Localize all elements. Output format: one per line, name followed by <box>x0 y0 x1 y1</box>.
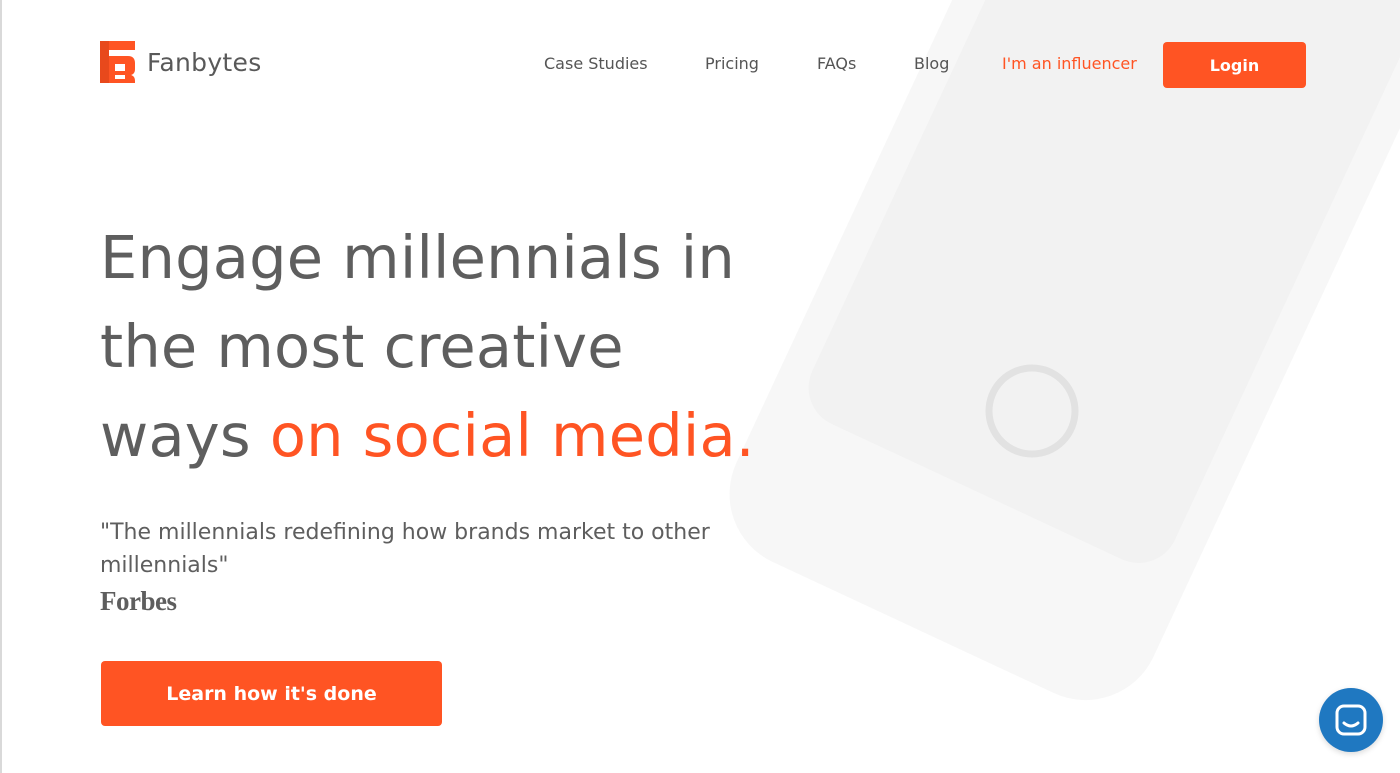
press-quote: "The millennials redefining how brands m… <box>100 520 710 578</box>
hero-title-line-3: ways on social media. <box>100 391 820 480</box>
brand-name: Fanbytes <box>147 47 262 77</box>
hero-title-line-3-prefix: ways <box>100 401 270 470</box>
hero-title-line-2: the most creative <box>100 312 624 381</box>
nav-case-studies[interactable]: Case Studies <box>544 53 648 75</box>
chat-launcher-button[interactable] <box>1319 688 1383 752</box>
chat-bubble-icon <box>1335 704 1367 736</box>
phone-home-button <box>985 364 1079 458</box>
learn-how-button[interactable]: Learn how it's done <box>101 661 442 726</box>
hero-title: Engage millennials in the most creative … <box>100 213 820 480</box>
nav-influencer[interactable]: I'm an influencer <box>1002 53 1137 75</box>
quote-source-forbes: Forbes <box>100 586 177 616</box>
nav-blog[interactable]: Blog <box>914 53 949 75</box>
fanbytes-logo-icon <box>100 41 135 83</box>
login-button[interactable]: Login <box>1163 42 1306 88</box>
hero-title-accent: on social media. <box>269 401 755 470</box>
phone-screen <box>808 0 1400 563</box>
nav-pricing[interactable]: Pricing <box>705 53 759 75</box>
left-edge-border <box>0 0 2 773</box>
nav-faqs[interactable]: FAQs <box>817 53 856 75</box>
brand-logo[interactable]: Fanbytes <box>100 41 262 83</box>
hero-title-line-1: Engage millennials in <box>100 223 735 292</box>
